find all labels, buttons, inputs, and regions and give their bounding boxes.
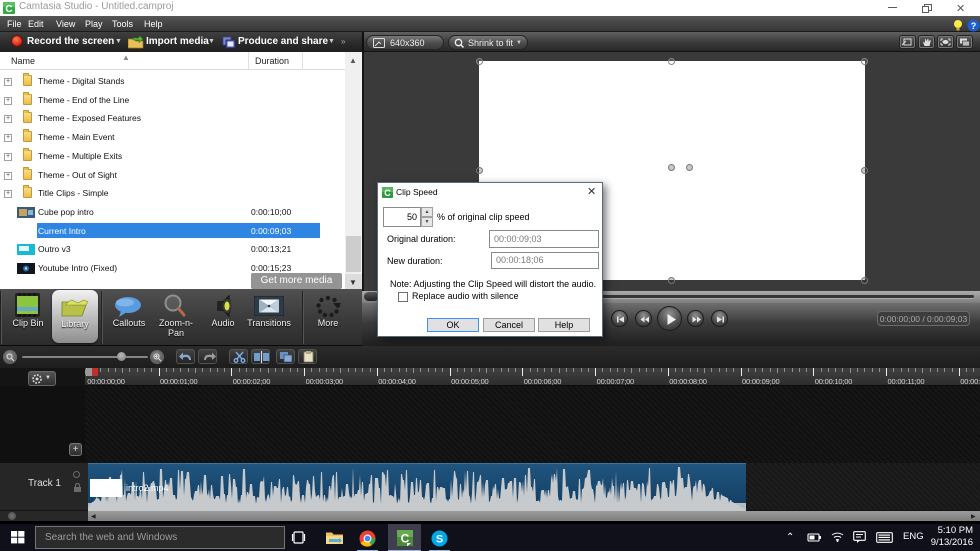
svg-text:C: C [5,4,12,14]
svg-text:?: ? [971,21,977,31]
svg-text:C: C [384,188,391,198]
svg-text:S: S [436,534,443,546]
